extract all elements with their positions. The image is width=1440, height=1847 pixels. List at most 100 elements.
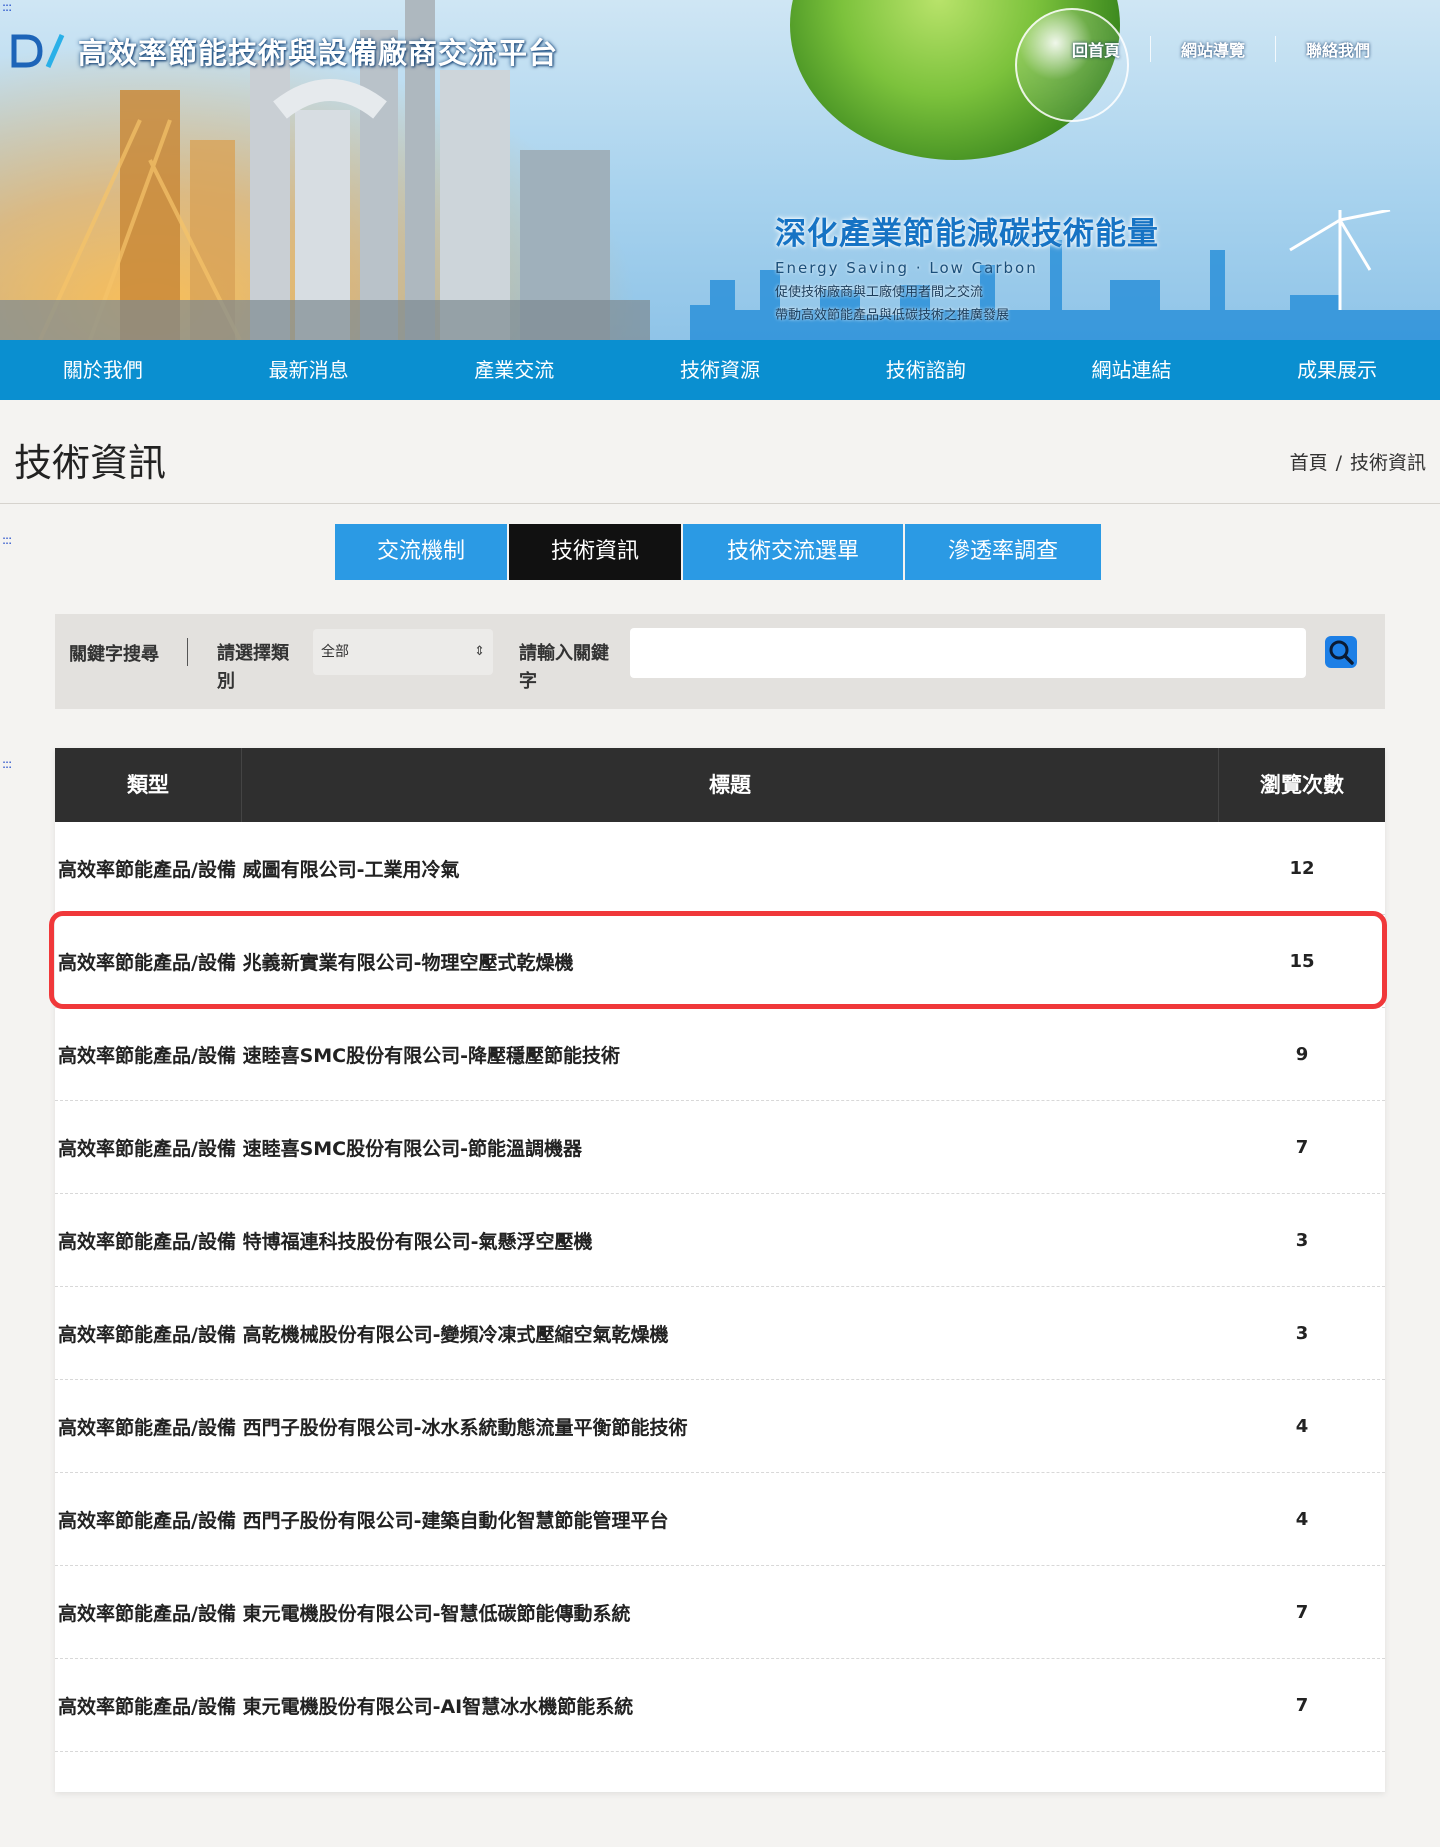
row-category: 高效率節能產品/設備: [58, 1695, 236, 1718]
row-title[interactable]: 速睦喜SMC股份有限公司-節能溫調機器: [243, 1138, 582, 1160]
page-title: 技術資訊: [14, 441, 167, 485]
row-views: 7: [1295, 1601, 1309, 1623]
row-views: 4: [1295, 1508, 1309, 1530]
row-title[interactable]: 西門子股份有限公司-建築自動化智慧節能管理平台: [243, 1510, 669, 1532]
keyword-input[interactable]: [630, 628, 1306, 678]
table-row[interactable]: 高效率節能產品/設備 威圖有限公司-工業用冷氣 12: [55, 822, 1385, 915]
row-title-link[interactable]: 高效率節能產品/設備 威圖有限公司-工業用冷氣: [55, 855, 1219, 882]
slogan-english: Energy Saving · Low Carbon: [775, 259, 1038, 277]
contact-link[interactable]: 聯絡我們: [1276, 37, 1400, 61]
table-row[interactable]: 高效率節能產品/設備 速睦喜SMC股份有限公司-降壓穩壓節能技術 9: [55, 1008, 1385, 1101]
tab-tech-exchange-menu[interactable]: 技術交流選單: [683, 524, 903, 580]
sub-tabs: 交流機制 技術資訊 技術交流選單 滲透率調查: [335, 524, 1101, 580]
accesskey-anchor-top[interactable]: :::: [2, 0, 12, 14]
main-navigation: 關於我們 最新消息 產業交流 技術資源 技術諮詢 網站連結 成果展示: [0, 340, 1440, 400]
search-icon: [1329, 640, 1354, 665]
header-views: 瀏覽次數: [1218, 748, 1385, 822]
breadcrumb-home[interactable]: 首頁: [1290, 452, 1328, 474]
nav-news[interactable]: 最新消息: [206, 340, 412, 400]
header-type: 類型: [55, 748, 242, 822]
row-category: 高效率節能產品/設備: [58, 858, 236, 881]
tab-penetration-survey[interactable]: 滲透率調查: [905, 524, 1101, 580]
row-category: 高效率節能產品/設備: [58, 1416, 236, 1439]
row-views: 15: [1289, 950, 1315, 972]
accesskey-anchor-table[interactable]: :::: [2, 757, 12, 771]
row-category: 高效率節能產品/設備: [58, 1044, 236, 1067]
sitemap-link[interactable]: 網站導覽: [1151, 37, 1275, 61]
nav-tech-resources[interactable]: 技術資源: [617, 340, 823, 400]
tab-exchange-mechanism[interactable]: 交流機制: [335, 524, 507, 580]
top-links: 回首頁 網站導覽 聯絡我們: [1042, 36, 1400, 62]
slogan-line-1: 促使技術廠商與工廠使用者間之交流: [775, 285, 984, 300]
row-category: 高效率節能產品/設備: [58, 1509, 236, 1532]
select-arrows-icon: ⇕: [474, 644, 485, 659]
search-label: 關鍵字搜尋: [69, 644, 159, 665]
site-logo[interactable]: 高效率節能技術與設備廠商交流平台: [10, 30, 558, 72]
row-title[interactable]: 東元電機股份有限公司-智慧低碳節能傳動系統: [243, 1603, 631, 1625]
bubble-decoration: [1015, 8, 1129, 122]
row-views: 7: [1295, 1694, 1309, 1716]
category-select[interactable]: 全部 ⇕: [313, 629, 493, 675]
row-views: 12: [1289, 857, 1315, 879]
row-views: 3: [1295, 1229, 1309, 1251]
row-category: 高效率節能產品/設備: [58, 1137, 236, 1160]
row-category: 高效率節能產品/設備: [58, 1323, 236, 1346]
row-title[interactable]: 西門子股份有限公司-冰水系統動態流量平衡節能技術: [243, 1417, 688, 1439]
table-row[interactable]: 高效率節能產品/設備 高乾機械股份有限公司-變頻冷凍式壓縮空氣乾燥機 3: [55, 1287, 1385, 1380]
table-row[interactable]: 高效率節能產品/設備 兆義新實業有限公司-物理空壓式乾燥機 15: [55, 915, 1385, 1008]
home-link[interactable]: 回首頁: [1042, 37, 1150, 61]
table-header: 類型 標題 瀏覽次數: [55, 748, 1385, 822]
search-divider: [187, 638, 188, 666]
table-row[interactable]: 高效率節能產品/設備 西門子股份有限公司-建築自動化智慧節能管理平台 4: [55, 1473, 1385, 1566]
nav-achievements[interactable]: 成果展示: [1234, 340, 1440, 400]
row-title-link[interactable]: 高效率節能產品/設備 西門子股份有限公司-冰水系統動態流量平衡節能技術: [55, 1413, 1219, 1440]
row-title[interactable]: 東元電機股份有限公司-AI智慧冰水機節能系統: [243, 1696, 634, 1718]
row-category: 高效率節能產品/設備: [58, 951, 236, 974]
slogan-line-2: 帶動高效節能產品與低碳技術之推廣發展: [775, 308, 1010, 323]
tab-tech-info[interactable]: 技術資訊: [509, 524, 681, 580]
row-title-link[interactable]: 高效率節能產品/設備 東元電機股份有限公司-AI智慧冰水機節能系統: [55, 1692, 1219, 1719]
nav-site-links[interactable]: 網站連結: [1029, 340, 1235, 400]
row-views: 7: [1295, 1136, 1309, 1158]
row-title[interactable]: 特博福連科技股份有限公司-氣懸浮空壓機: [243, 1231, 593, 1253]
row-title-link[interactable]: 高效率節能產品/設備 速睦喜SMC股份有限公司-降壓穩壓節能技術: [55, 1041, 1219, 1068]
table-row[interactable]: 高效率節能產品/設備 東元電機股份有限公司-AI智慧冰水機節能系統 7: [55, 1659, 1385, 1752]
row-views: 3: [1295, 1322, 1309, 1344]
row-title[interactable]: 兆義新實業有限公司-物理空壓式乾燥機: [243, 952, 574, 974]
table-row[interactable]: 高效率節能產品/設備 東元電機股份有限公司-智慧低碳節能傳動系統 7: [55, 1566, 1385, 1659]
keyword-label: 請輸入關鍵字: [519, 643, 609, 692]
header-banner: 高效率節能技術與設備廠商交流平台 回首頁 網站導覽 聯絡我們 深化產業節能減碳技…: [0, 0, 1440, 340]
site-title[interactable]: 高效率節能技術與設備廠商交流平台: [78, 30, 558, 72]
tech-info-table: 類型 標題 瀏覽次數 高效率節能產品/設備 威圖有限公司-工業用冷氣 12 高效率節…: [55, 748, 1385, 1792]
table-row[interactable]: 高效率節能產品/設備 速睦喜SMC股份有限公司-節能溫調機器 7: [55, 1101, 1385, 1194]
row-views: 4: [1295, 1415, 1309, 1437]
header-divider: [0, 503, 1440, 504]
row-title-link[interactable]: 高效率節能產品/設備 速睦喜SMC股份有限公司-節能溫調機器: [55, 1134, 1219, 1161]
accesskey-anchor-content[interactable]: :::: [2, 533, 12, 547]
nav-tech-consulting[interactable]: 技術諮詢: [823, 340, 1029, 400]
row-views: 9: [1295, 1043, 1309, 1065]
logo-mark-icon: [11, 33, 65, 69]
row-title[interactable]: 高乾機械股份有限公司-變頻冷凍式壓縮空氣乾燥機: [243, 1324, 669, 1346]
search-panel: 關鍵字搜尋 請選擇類別 全部 ⇕ 請輸入關鍵字: [55, 614, 1385, 709]
table-row[interactable]: 高效率節能產品/設備 西門子股份有限公司-冰水系統動態流量平衡節能技術 4: [55, 1380, 1385, 1473]
row-title-link[interactable]: 高效率節能產品/設備 高乾機械股份有限公司-變頻冷凍式壓縮空氣乾燥機: [55, 1320, 1219, 1347]
table-body: 高效率節能產品/設備 威圖有限公司-工業用冷氣 12 高效率節能產品/設備 兆義新實…: [55, 822, 1385, 1752]
table-row[interactable]: 高效率節能產品/設備 特博福連科技股份有限公司-氣懸浮空壓機 3: [55, 1194, 1385, 1287]
row-title-link[interactable]: 高效率節能產品/設備 東元電機股份有限公司-智慧低碳節能傳動系統: [55, 1599, 1219, 1626]
nav-about[interactable]: 關於我們: [0, 340, 206, 400]
breadcrumb-current: 技術資訊: [1349, 452, 1426, 474]
slogan-main: 深化產業節能減碳技術能量: [775, 216, 1159, 252]
banner-slogan: 深化產業節能減碳技術能量 Energy Saving · Low Carbon …: [775, 208, 1159, 323]
breadcrumb-divider: /: [1335, 452, 1342, 474]
category-label: 請選擇類別: [217, 643, 289, 692]
row-title-link[interactable]: 高效率節能產品/設備 兆義新實業有限公司-物理空壓式乾燥機: [55, 948, 1219, 975]
search-button[interactable]: [1325, 636, 1357, 668]
table-footer-spacer: [55, 1752, 1385, 1792]
row-title-link[interactable]: 高效率節能產品/設備 西門子股份有限公司-建築自動化智慧節能管理平台: [55, 1506, 1219, 1533]
row-title-link[interactable]: 高效率節能產品/設備 特博福連科技股份有限公司-氣懸浮空壓機: [55, 1227, 1219, 1254]
nav-industry-exchange[interactable]: 產業交流: [411, 340, 617, 400]
row-title[interactable]: 速睦喜SMC股份有限公司-降壓穩壓節能技術: [243, 1045, 620, 1067]
row-category: 高效率節能產品/設備: [58, 1602, 236, 1625]
row-title[interactable]: 威圖有限公司-工業用冷氣: [243, 859, 460, 881]
